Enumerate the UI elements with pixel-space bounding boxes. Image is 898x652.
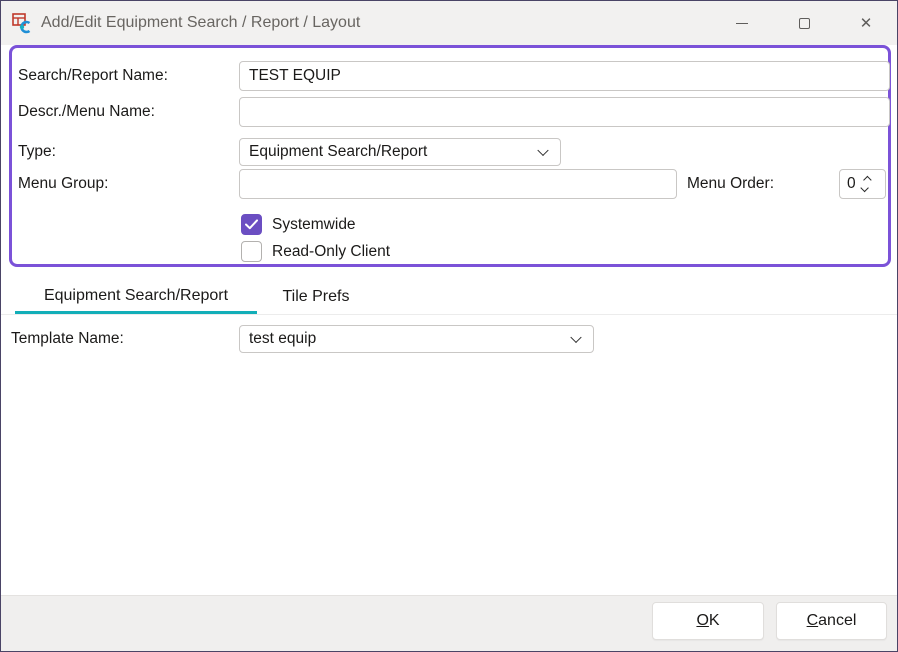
checkbox-icon [241,214,262,235]
template-name-dropdown[interactable]: test equip [239,325,594,353]
tab-equipment-search-report[interactable]: Equipment Search/Report [15,280,257,314]
app-icon [11,12,33,34]
template-name-value: test equip [249,330,316,348]
maximize-icon [799,18,810,29]
menu-order-input[interactable] [840,175,862,193]
descr-menu-name-input[interactable] [239,97,890,127]
type-dropdown[interactable]: Equipment Search/Report [239,138,561,166]
type-label: Type: [18,138,56,166]
search-report-name-input[interactable] [239,61,890,91]
read-only-client-checkbox[interactable]: Read-Only Client [241,241,390,262]
close-icon: ✕ [860,16,873,31]
menu-group-input[interactable] [239,169,677,199]
tab-tile-prefs[interactable]: Tile Prefs [257,280,375,314]
tab-strip: Equipment Search/Report Tile Prefs [1,280,897,315]
close-button[interactable]: ✕ [835,1,897,45]
menu-group-label: Menu Group: [18,169,108,199]
cancel-button[interactable]: Cancel [776,602,887,640]
chevron-down-icon [537,145,548,156]
checkbox-icon [241,241,262,262]
search-report-name-label: Search/Report Name: [18,61,168,91]
systemwide-label: Systemwide [272,216,356,234]
chevron-down-icon [570,332,581,343]
read-only-client-label: Read-Only Client [272,243,390,261]
menu-order-spinner[interactable] [839,169,886,199]
spinner-arrows[interactable] [863,177,869,191]
maximize-button[interactable] [773,1,835,45]
tab-label: Tile Prefs [283,288,350,306]
title-bar: Add/Edit Equipment Search / Report / Lay… [1,1,897,45]
minimize-icon [736,23,748,24]
header-form-panel: Search/Report Name: Descr./Menu Name: Ty… [9,45,891,267]
window-title: Add/Edit Equipment Search / Report / Lay… [41,14,360,32]
ok-button[interactable]: OK [652,602,764,640]
menu-order-label: Menu Order: [687,169,774,199]
template-name-label: Template Name: [11,325,124,353]
tab-label: Equipment Search/Report [44,287,228,305]
descr-menu-name-label: Descr./Menu Name: [18,97,155,127]
systemwide-checkbox[interactable]: Systemwide [241,214,356,235]
window-controls: ✕ [711,1,897,45]
type-dropdown-value: Equipment Search/Report [249,143,427,161]
footer-bar: OK Cancel [1,595,897,651]
cancel-button-label: Cancel [807,612,857,630]
ok-button-label: OK [696,612,719,630]
minimize-button[interactable] [711,1,773,45]
dialog-window: Add/Edit Equipment Search / Report / Lay… [0,0,898,652]
